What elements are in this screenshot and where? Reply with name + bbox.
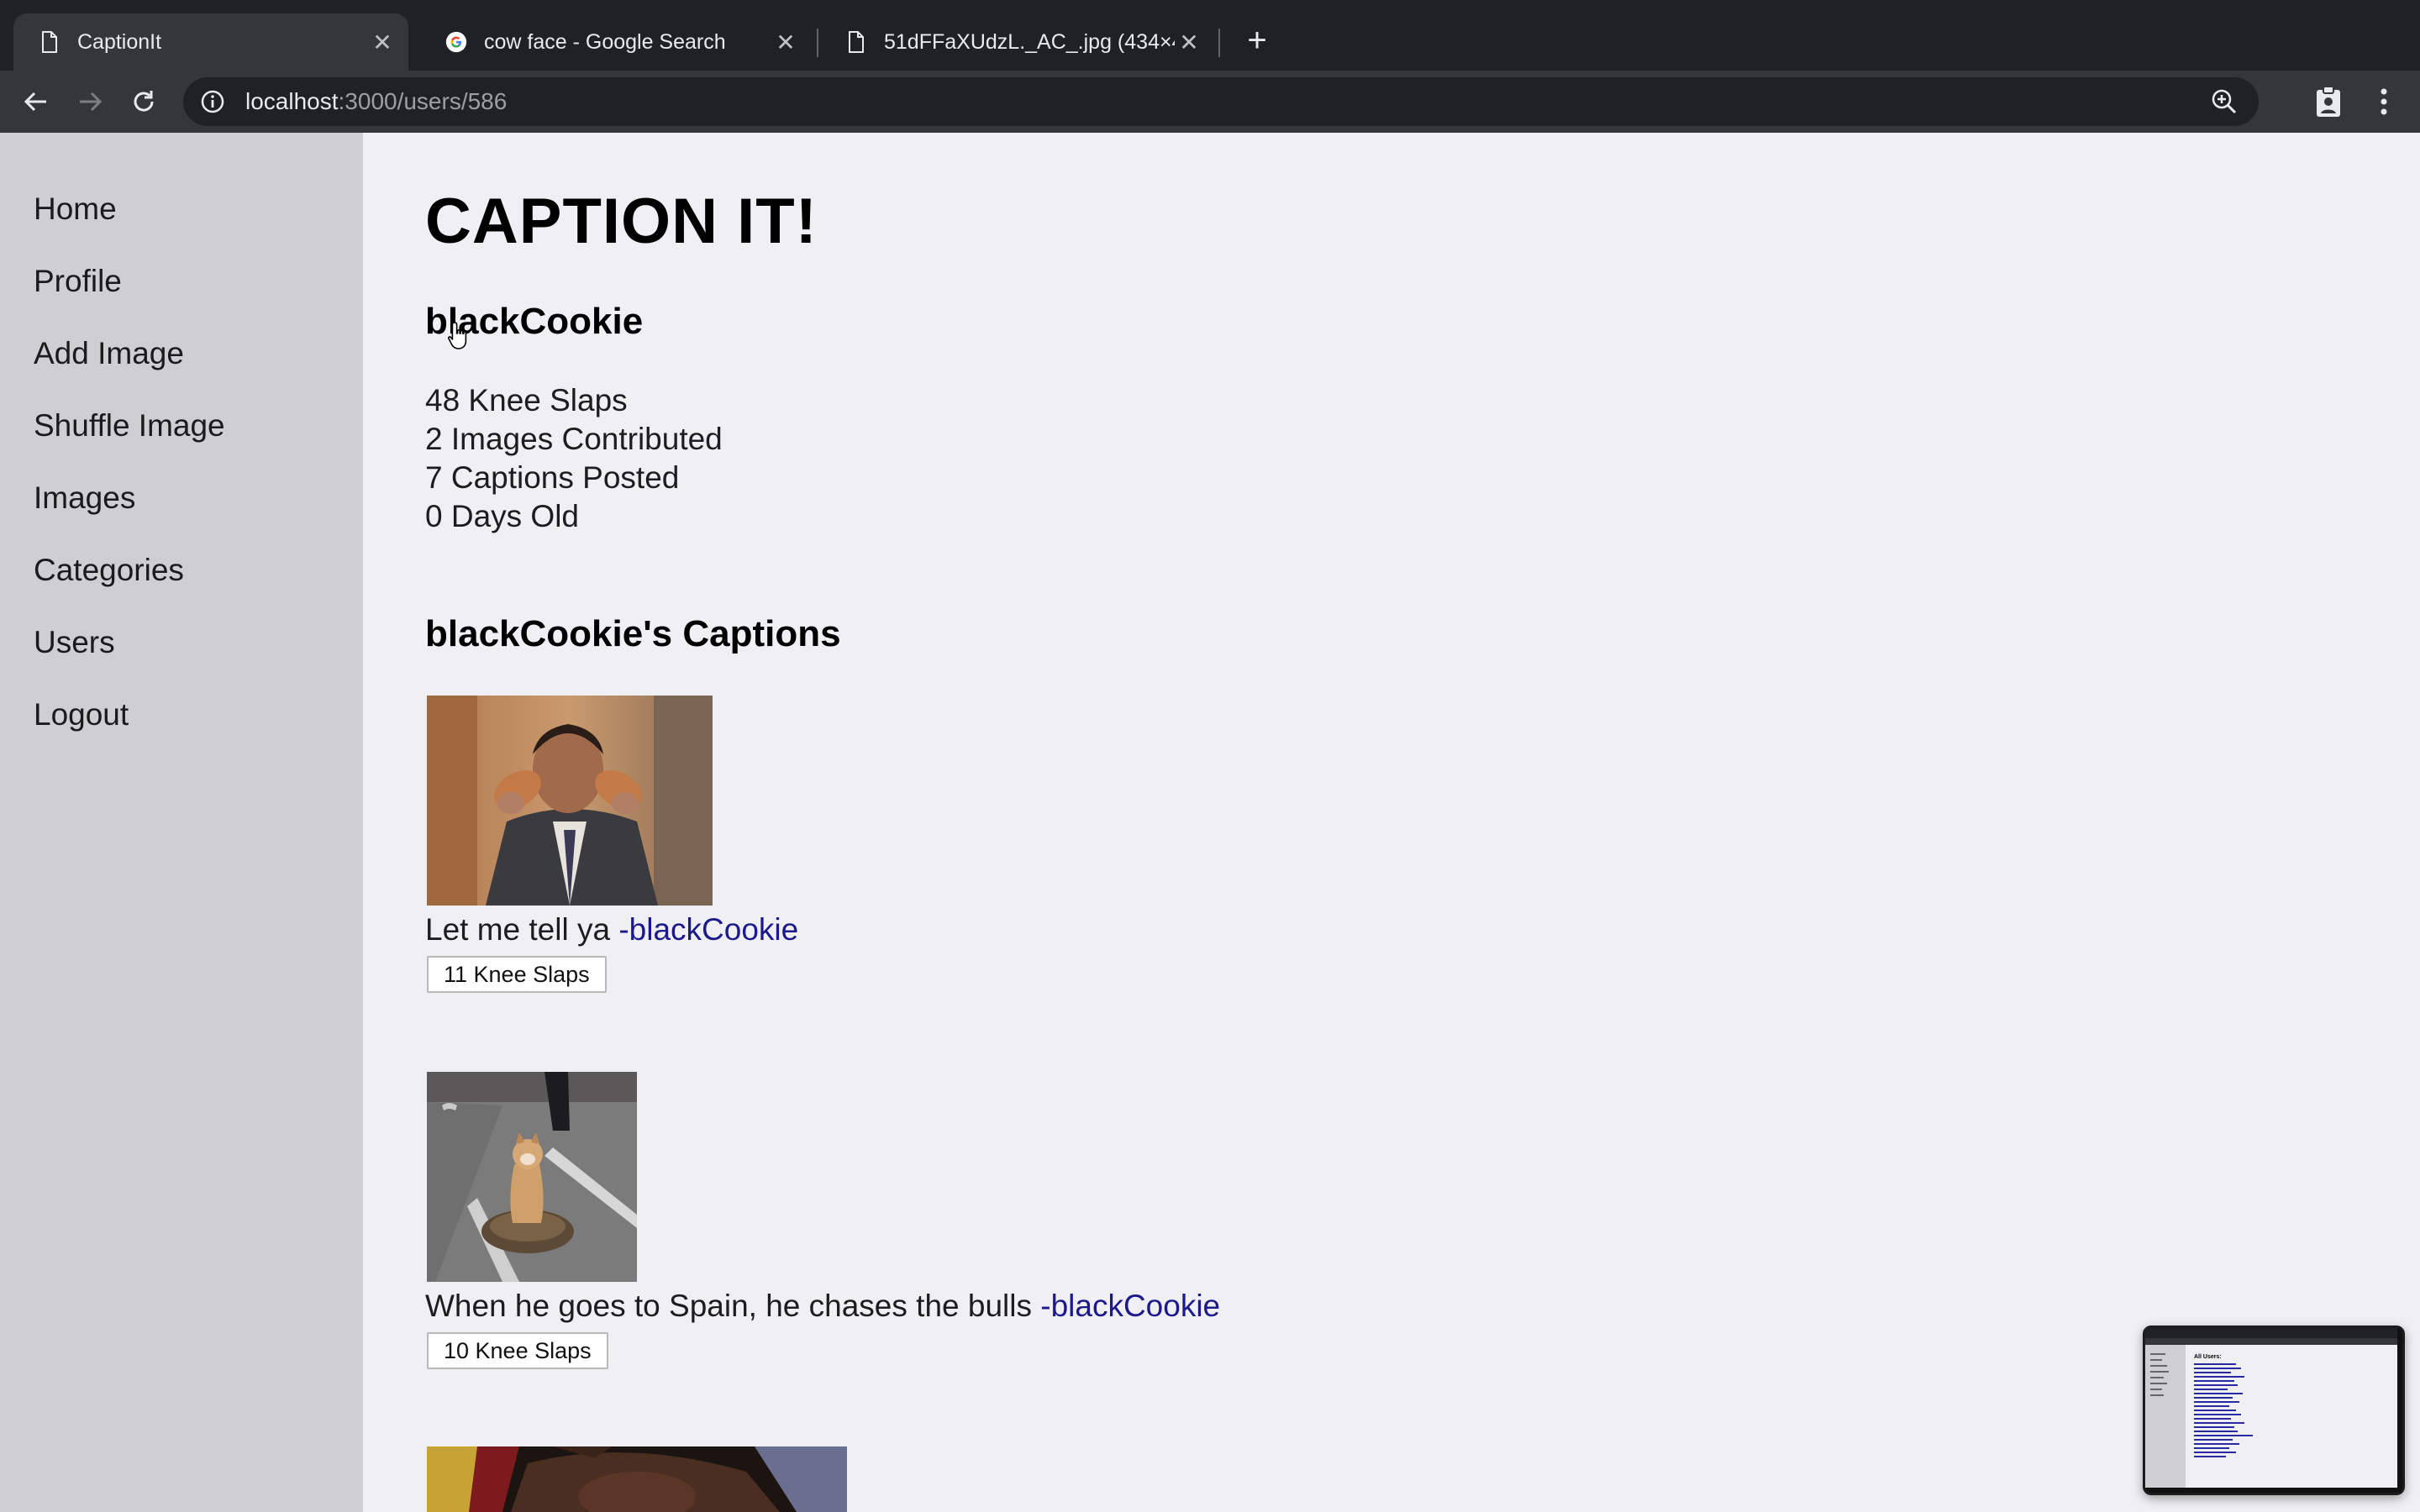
menu-kebab-icon[interactable] — [2368, 86, 2400, 118]
info-icon[interactable] — [198, 87, 227, 116]
reload-icon — [134, 91, 154, 112]
sidebar-item-images[interactable]: Images — [34, 480, 135, 516]
tab-separator — [817, 29, 818, 57]
sidebar-item-home[interactable]: Home — [34, 192, 117, 227]
caption-text: Let me tell ya -blackCookie — [425, 912, 798, 948]
caption-author-link[interactable]: -blackCookie — [1040, 1289, 1220, 1323]
tab-title: cow face - Google Search — [484, 29, 726, 54]
sidebar-item-categories[interactable]: Categories — [34, 553, 184, 588]
sidebar-nav: Home Profile Add Image Shuffle Image Ima… — [0, 133, 363, 1512]
caption-image-basketball-player[interactable] — [427, 1446, 847, 1512]
page-icon — [39, 29, 60, 55]
close-tab-icon[interactable]: ✕ — [368, 28, 397, 56]
knee-slap-button[interactable]: 10 Knee Slaps — [427, 1332, 608, 1369]
back-button[interactable] — [17, 82, 55, 121]
tab-title: CaptionIt — [77, 29, 162, 54]
tab-separator — [1218, 29, 1220, 57]
hand-cursor-icon — [448, 322, 467, 349]
site-title: CAPTION IT! — [425, 186, 818, 257]
caption-image-man-eating[interactable] — [427, 696, 713, 906]
page-icon — [845, 29, 867, 55]
forward-button[interactable] — [71, 82, 109, 121]
sidebar-item-shuffle-image[interactable]: Shuffle Image — [34, 408, 225, 444]
stat-images-contributed: 2 Images Contributed — [425, 422, 723, 456]
url-host: localhost — [245, 88, 339, 114]
caption-author-link[interactable]: -blackCookie — [618, 912, 798, 947]
browser-tab-strip: CaptionIt ✕ cow face - Google Search ✕ 5… — [0, 0, 2420, 71]
tab-jpg-image[interactable]: 51dFFaXUdzL._AC_.jpg (434×4 ✕ — [820, 13, 1215, 71]
captions-heading: blackCookie's Captions — [425, 613, 841, 654]
browser-toolbar: localhost:3000/users/586 — [0, 71, 2420, 133]
forward-arrow-icon — [80, 92, 103, 112]
back-arrow-icon — [24, 92, 46, 112]
clipboard-extension-icon[interactable] — [2312, 86, 2344, 118]
caption-body: When he goes to Spain, he chases the bul… — [425, 1289, 1041, 1323]
sidebar-item-logout[interactable]: Logout — [34, 697, 129, 732]
preview-heading: All Users: — [2194, 1354, 2222, 1360]
stat-captions-posted: 7 Captions Posted — [425, 460, 680, 495]
window-preview-thumbnail[interactable]: All Users: — [2143, 1326, 2405, 1495]
sidebar-item-add-image[interactable]: Add Image — [34, 336, 184, 371]
url-text: localhost:3000/users/586 — [245, 88, 507, 115]
google-icon — [445, 29, 467, 55]
tab-title: 51dFFaXUdzL._AC_.jpg (434×4 — [884, 29, 1175, 54]
tab-captionit[interactable]: CaptionIt ✕ — [13, 13, 408, 71]
knee-slap-button[interactable]: 11 Knee Slaps — [427, 956, 607, 993]
close-tab-icon[interactable]: ✕ — [1175, 28, 1203, 56]
stat-knee-slaps: 48 Knee Slaps — [425, 383, 628, 417]
tab-google-search[interactable]: cow face - Google Search ✕ — [420, 13, 812, 71]
main-content: CAPTION IT! blackCookie 48 Knee Slaps 2 … — [425, 133, 2358, 1512]
zoom-icon[interactable] — [2210, 87, 2238, 116]
caption-image-dog-on-tortoise[interactable] — [427, 1072, 637, 1282]
address-bar[interactable]: localhost:3000/users/586 — [183, 77, 2259, 126]
sidebar-item-profile[interactable]: Profile — [34, 264, 122, 299]
caption-text: When he goes to Spain, he chases the bul… — [425, 1289, 1220, 1324]
reload-button[interactable] — [124, 82, 163, 121]
sidebar-item-users[interactable]: Users — [34, 625, 115, 660]
caption-body: Let me tell ya — [425, 912, 619, 947]
stat-days-old: 0 Days Old — [425, 499, 580, 533]
close-tab-icon[interactable]: ✕ — [771, 28, 800, 56]
new-tab-button[interactable]: + — [1240, 24, 1274, 57]
url-path: :3000/users/586 — [338, 88, 508, 114]
